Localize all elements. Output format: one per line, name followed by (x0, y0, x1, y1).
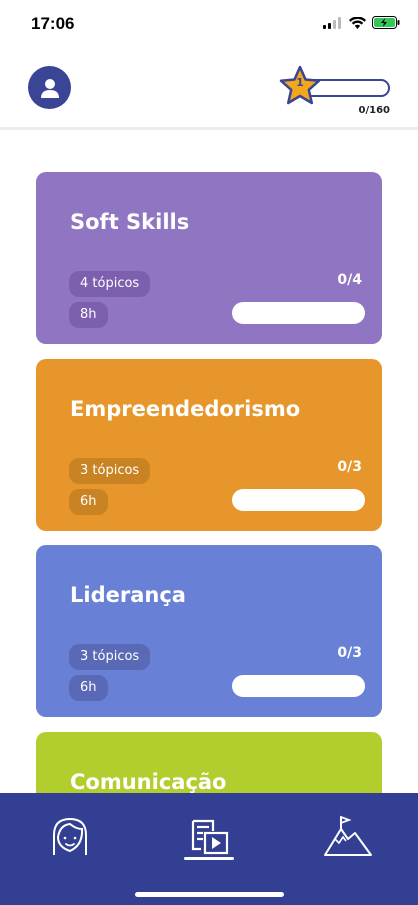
course-title: Empreendedorismo (70, 397, 301, 421)
level-indicator[interactable]: 1 0/160 (278, 62, 393, 122)
nav-courses[interactable] (183, 811, 235, 863)
app-screen: 17:06 1 0/160 Soft Skills 4 tópicos 8h 0… (0, 0, 418, 905)
course-card-comunicacao[interactable]: Comunicação (36, 732, 382, 793)
status-icons (323, 16, 400, 29)
bottom-nav (0, 793, 418, 905)
hours-badge: 6h (69, 489, 108, 515)
course-card-empreendedorismo[interactable]: Empreendedorismo 3 tópicos 6h 0/3 (36, 359, 382, 531)
hours-badge: 6h (69, 675, 108, 701)
wifi-icon (349, 16, 366, 29)
avatar[interactable] (28, 66, 71, 109)
nav-profile[interactable] (44, 811, 96, 863)
progress-count: 0/3 (337, 645, 362, 661)
nav-goals[interactable] (322, 811, 374, 863)
course-title: Liderança (70, 583, 186, 607)
signal-icon (323, 16, 341, 29)
course-progress-bar (232, 675, 365, 697)
mountain-goal-icon (324, 815, 372, 856)
topics-badge: 4 tópicos (69, 271, 151, 297)
status-time: 17:06 (31, 14, 75, 33)
course-progress-bar (232, 302, 365, 324)
progress-count: 0/3 (337, 459, 362, 475)
profile-face-icon (53, 817, 87, 855)
level-number: 1 (296, 76, 304, 89)
home-indicator[interactable] (135, 892, 284, 897)
status-bar: 17:06 (0, 0, 418, 50)
header: 1 0/160 (0, 50, 418, 130)
progress-count: 0/4 (337, 272, 362, 288)
topics-badge: 3 tópicos (69, 458, 151, 484)
course-card-soft-skills[interactable]: Soft Skills 4 tópicos 8h 0/4 (36, 172, 382, 344)
active-tab-indicator (184, 857, 234, 860)
xp-progress-text: 0/160 (358, 105, 390, 116)
course-title: Soft Skills (70, 210, 190, 234)
topics-badge: 3 tópicos (69, 644, 151, 670)
course-title: Comunicação (70, 770, 227, 793)
course-progress-bar (232, 489, 365, 511)
battery-charging-icon (372, 16, 400, 29)
courses-icon (191, 819, 229, 855)
user-icon (40, 78, 59, 98)
course-list: Soft Skills 4 tópicos 8h 0/4 Empreendedo… (0, 133, 418, 793)
course-card-lideranca[interactable]: Liderança 3 tópicos 6h 0/3 (36, 545, 382, 717)
hours-badge: 8h (69, 302, 108, 328)
